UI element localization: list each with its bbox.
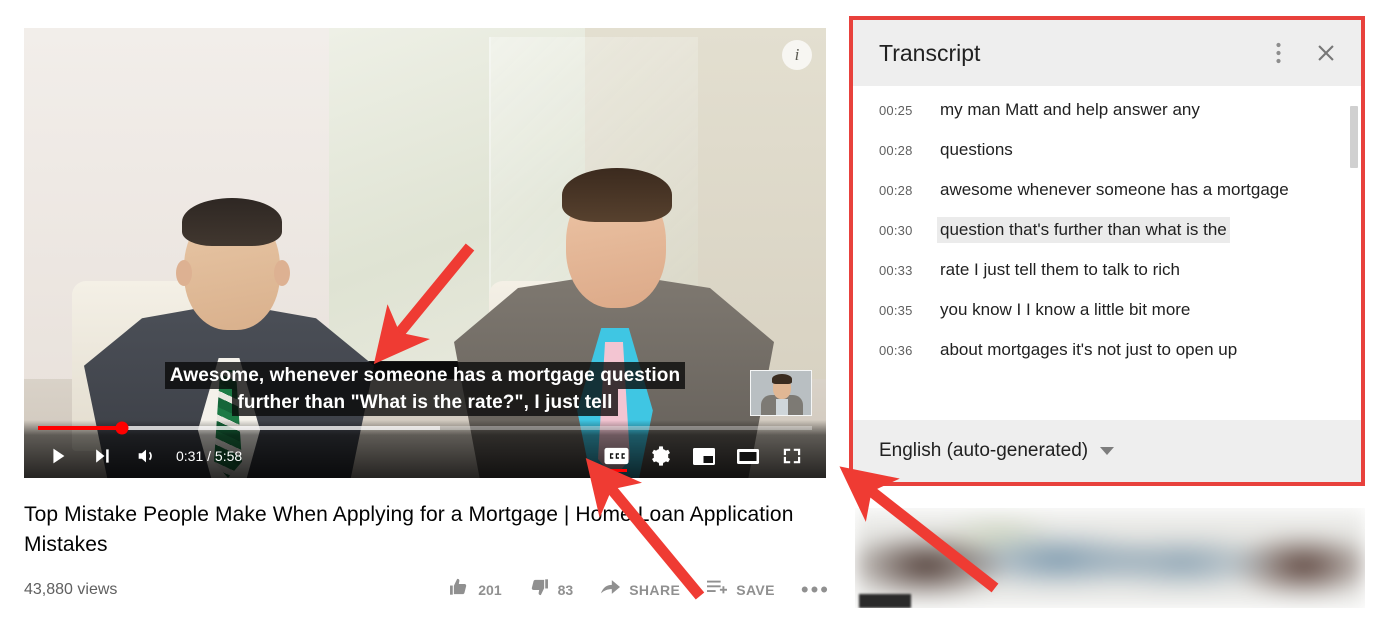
- transcript-row-time: 00:35: [879, 303, 913, 318]
- transcript-row[interactable]: 00:35 you know I I know a little bit more: [853, 290, 1361, 330]
- page-root: i Awesome, whenever someone has a mortga…: [0, 0, 1380, 618]
- dislike-count: 83: [557, 581, 574, 598]
- transcript-list[interactable]: 00:25 my man Matt and help answer any 00:2…: [853, 86, 1361, 420]
- fullscreen-icon[interactable]: [772, 436, 812, 476]
- controls-row: 0:31 / 5:58: [24, 434, 826, 478]
- transcript-scrollbar-thumb[interactable]: [1350, 106, 1358, 168]
- transcript-row[interactable]: 00:28 awesome whenever someone has a mort…: [853, 170, 1361, 210]
- thumbs-up-icon: [448, 576, 470, 603]
- transcript-row[interactable]: 00:36 about mortgages it's not just to op…: [853, 330, 1361, 370]
- dislike-button[interactable]: 83: [528, 576, 574, 603]
- transcript-row[interactable]: 00:33 rate I just tell them to talk to ri…: [853, 250, 1361, 290]
- save-button[interactable]: SAVE: [706, 577, 775, 602]
- suggested-video-blurred[interactable]: [855, 508, 1365, 608]
- progress-played: [38, 426, 123, 430]
- share-arrow-icon: [599, 577, 621, 602]
- info-icon[interactable]: i: [782, 40, 812, 70]
- transcript-row[interactable]: 00:30 question that's further than what i…: [853, 210, 1361, 250]
- action-bar: 201 83 SHARE SAVE •••: [448, 576, 830, 603]
- transcript-row-text: about mortgages it's not just to open up: [940, 340, 1238, 359]
- time-display: 0:31 / 5:58: [176, 448, 243, 464]
- close-icon[interactable]: [1309, 36, 1343, 70]
- progress-scrubber-handle[interactable]: [115, 421, 129, 435]
- person-left-hair: [182, 198, 282, 246]
- transcript-row-text: you know I I know a little bit more: [940, 300, 1191, 319]
- theater-mode-icon[interactable]: [728, 436, 768, 476]
- next-track-icon[interactable]: [82, 436, 122, 476]
- language-selector[interactable]: English (auto-generated): [879, 440, 1115, 462]
- page-title: Top Mistake People Make When Applying fo…: [24, 503, 794, 556]
- person-left-ear: [274, 260, 290, 286]
- person-left-ear: [176, 260, 192, 286]
- chevron-down-icon: [1100, 447, 1115, 455]
- transcript-row-time: 00:30: [879, 223, 913, 238]
- progress-bar[interactable]: [38, 421, 812, 435]
- video-player[interactable]: i Awesome, whenever someone has a mortga…: [24, 28, 826, 478]
- transcript-row-time: 00:33: [879, 263, 913, 278]
- play-icon[interactable]: [38, 436, 78, 476]
- transcript-row-time: 00:28: [879, 183, 913, 198]
- video-meta: Top Mistake People Make When Applying fo…: [24, 500, 830, 603]
- transcript-title: Transcript: [879, 39, 981, 66]
- transcript-footer: English (auto-generated): [853, 420, 1361, 482]
- controls-right-group: [596, 436, 826, 476]
- kebab-menu-icon[interactable]: [1261, 36, 1295, 70]
- cc-active-indicator: [605, 469, 627, 472]
- like-count: 201: [478, 581, 502, 598]
- player-controls[interactable]: 0:31 / 5:58: [24, 420, 826, 478]
- language-label: English (auto-generated): [879, 440, 1089, 461]
- controls-left-group: 0:31 / 5:58: [24, 436, 252, 476]
- view-count: 43,880 views: [24, 580, 118, 598]
- save-label: SAVE: [736, 581, 775, 598]
- transcript-header: Transcript: [853, 20, 1361, 86]
- transcript-row-text: questions: [940, 140, 1013, 159]
- volume-icon[interactable]: [126, 436, 166, 476]
- transcript-row[interactable]: 00:28 questions: [853, 130, 1361, 170]
- person-right-hair: [562, 168, 672, 222]
- gear-icon[interactable]: [640, 436, 680, 476]
- transcript-scrollbar[interactable]: [1350, 98, 1358, 406]
- transcript-row-time: 00:25: [879, 103, 913, 118]
- like-button[interactable]: 201: [448, 576, 502, 603]
- closed-captions-icon[interactable]: [596, 436, 636, 476]
- pip-hair: [772, 374, 792, 384]
- transcript-row-time: 00:28: [879, 143, 913, 158]
- more-actions-icon[interactable]: •••: [801, 578, 830, 600]
- miniplayer-icon[interactable]: [684, 436, 724, 476]
- transcript-row-text: my man Matt and help answer any: [940, 100, 1200, 119]
- transcript-rows: 00:25 my man Matt and help answer any 00:2…: [853, 90, 1361, 370]
- share-label: SHARE: [629, 581, 681, 598]
- transcript-row-text: question that's further than what is the: [937, 217, 1230, 243]
- suggested-duration-badge: [859, 594, 911, 608]
- transcript-row-text: awesome whenever someone has a mortgage: [940, 180, 1289, 199]
- transcript-highlight-box: Transcript 00:25 my man Matt and help an…: [849, 16, 1365, 486]
- transcript-row[interactable]: 00:25 my man Matt and help answer any: [853, 90, 1361, 130]
- video-frame: [24, 28, 826, 478]
- transcript-row-time: 00:36: [879, 343, 913, 358]
- transcript-panel[interactable]: Transcript 00:25 my man Matt and help an…: [853, 20, 1361, 482]
- transcript-header-actions: [1261, 36, 1343, 70]
- picture-in-picture-thumbnail[interactable]: [750, 370, 812, 416]
- share-button[interactable]: SHARE: [599, 577, 680, 602]
- transcript-row-text: rate I just tell them to talk to rich: [940, 260, 1180, 279]
- pip-shirt: [776, 399, 788, 415]
- suggested-thumbnail: [855, 508, 1365, 608]
- thumbs-down-icon: [528, 576, 550, 603]
- save-to-playlist-icon: [706, 577, 728, 602]
- meta-row: 43,880 views 201 83 SHARE SAVE •••: [24, 576, 830, 603]
